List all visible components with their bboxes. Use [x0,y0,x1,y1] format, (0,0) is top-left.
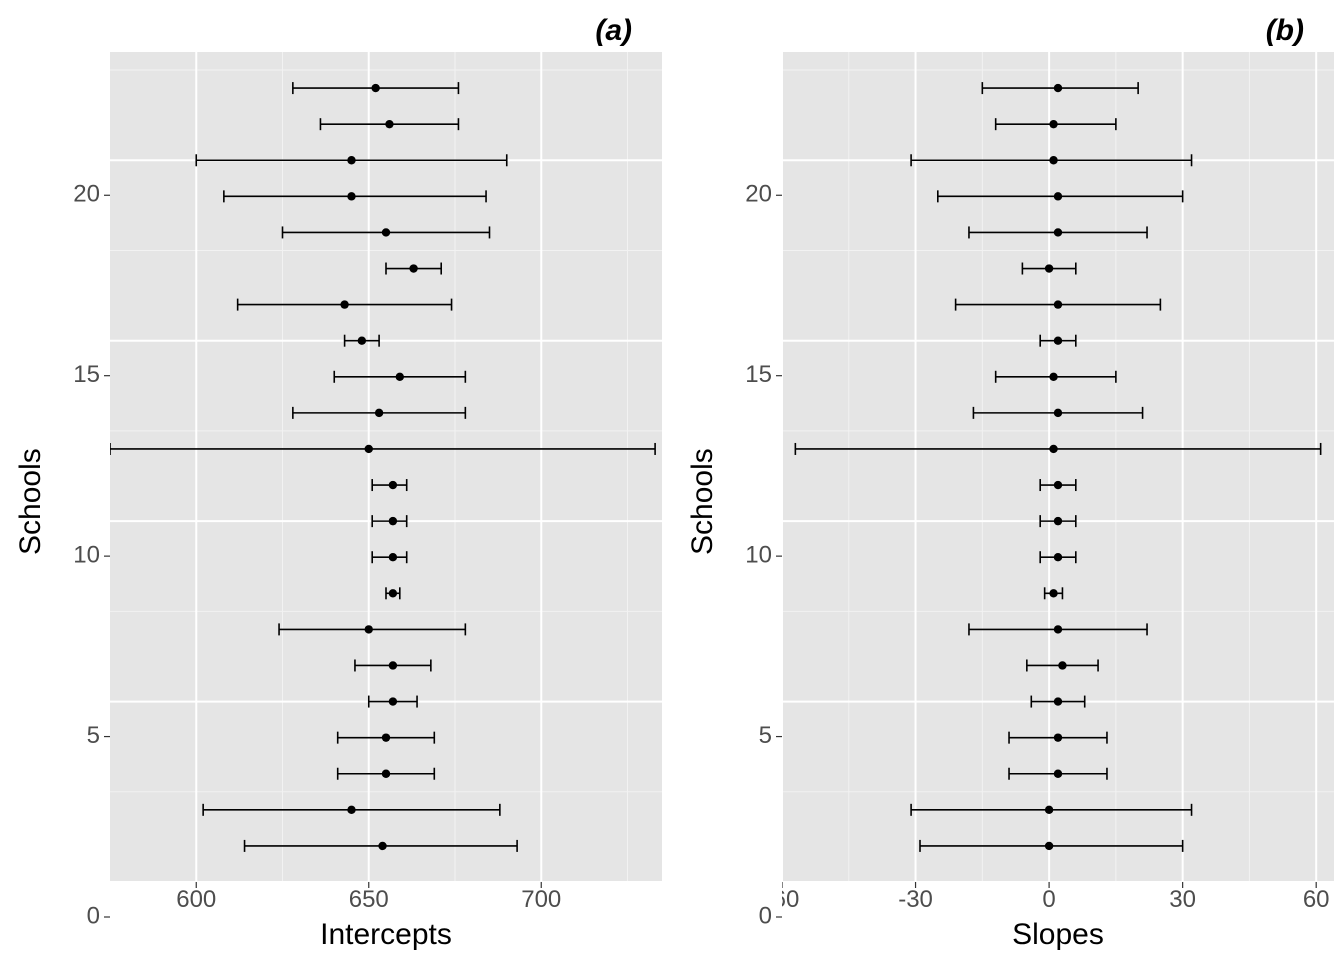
panel-a-plot [110,52,662,882]
svg-text:60: 60 [1303,886,1330,913]
panel-a-title: (a) [10,8,662,52]
svg-text:5: 5 [87,722,100,749]
svg-text:-60: -60 [782,886,799,913]
svg-text:600: 600 [176,886,216,913]
svg-text:15: 15 [745,361,772,388]
panel-b-title: (b) [682,8,1334,52]
panel-b-ylabel: Schools [682,52,724,952]
svg-text:10: 10 [745,541,772,568]
panel-b-body: Schools 0 5 10 15 20 -60 -30 0 30 60 Slopes [682,52,1334,952]
svg-text:20: 20 [73,181,100,208]
svg-text:0: 0 [87,902,100,929]
svg-text:20: 20 [745,181,772,208]
svg-text:-30: -30 [898,886,933,913]
panel-b-plot [782,52,1334,882]
panel-a: (a) Schools 0 5 10 15 20 600 650 700 Intercept… [0,0,672,960]
panel-b: (b) Schools 0 5 10 15 20 -60 -30 0 30 60 Slopes [672,0,1344,960]
panel-a-xlabel: Intercepts [110,916,662,952]
svg-text:30: 30 [1169,886,1196,913]
panel-b-xlabel: Slopes [782,916,1334,952]
panel-b-xticklabels: -60 -30 0 30 60 [782,882,1334,916]
svg-text:10: 10 [73,541,100,568]
figure: (a) Schools 05101520 600650700 Intercept… [0,0,1344,960]
panel-a-xticklabels: 600 650 700 [110,882,662,916]
svg-text:700: 700 [521,886,561,913]
panel-b-plotcol: -60 -30 0 30 60 Slopes [782,52,1334,952]
panel-a-plotcol: 600 650 700 Intercepts [110,52,662,952]
svg-text:0: 0 [759,902,772,929]
panel-a-yticklabels: 0 5 10 15 20 [52,52,110,952]
svg-text:650: 650 [349,886,389,913]
panel-a-ylabel: Schools [10,52,52,952]
svg-text:0: 0 [1042,886,1055,913]
panel-b-yticklabels: 0 5 10 15 20 [724,52,782,952]
panel-a-body: Schools 0 5 10 15 20 600 650 700 Intercepts [10,52,662,952]
svg-text:5: 5 [759,722,772,749]
svg-text:15: 15 [73,361,100,388]
